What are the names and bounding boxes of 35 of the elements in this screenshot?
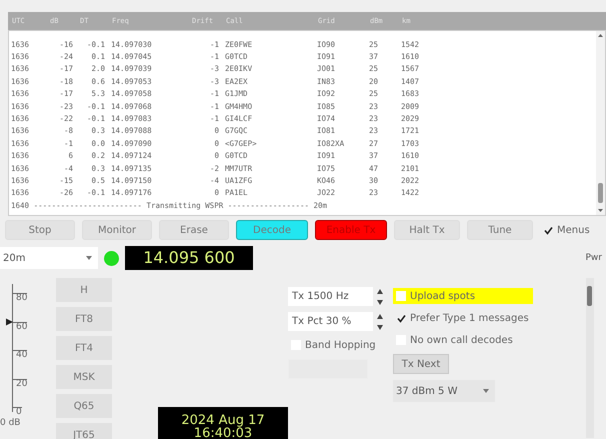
mode-button[interactable]: FT4 (56, 336, 112, 360)
check-icon (396, 314, 406, 322)
check-icon (544, 226, 552, 234)
power-dropdown[interactable]: 37 dBm 5 W (393, 380, 495, 402)
option-checkbox[interactable]: Upload spots (393, 288, 533, 304)
mode-button[interactable]: MSK (56, 365, 112, 389)
power-slider[interactable] (586, 278, 594, 438)
slider-thumb[interactable] (587, 286, 592, 306)
band-dropdown[interactable]: 20m (0, 247, 98, 269)
scrollbar[interactable] (596, 31, 605, 215)
toolbar-button[interactable]: Halt Tx (394, 220, 460, 240)
pwr-label: Pwr (586, 253, 602, 263)
toolbar-button[interactable]: Tune (467, 220, 533, 240)
tx-next-button[interactable]: Tx Next (393, 354, 449, 374)
band-hopping-checkbox[interactable]: Band Hopping (288, 337, 393, 353)
meter-reading: 0 dB (0, 418, 22, 428)
toolbar-button[interactable]: Monitor (82, 220, 152, 240)
mode-button[interactable]: Q65 (56, 394, 112, 418)
option-checkbox[interactable]: Prefer Type 1 messages (393, 310, 583, 326)
menus-checkbox[interactable]: Menus (540, 222, 590, 238)
status-dot-icon (104, 250, 119, 266)
date-time-display: 2024 Aug 17 16:40:03 (158, 407, 288, 439)
option-checkbox[interactable]: No own call decodes (393, 332, 583, 348)
mode-button[interactable]: FT8 (56, 307, 112, 331)
caret-icon (86, 256, 92, 260)
spin-arrows-icon[interactable] (377, 288, 383, 306)
spin-arrows-icon[interactable] (377, 312, 383, 330)
toolbar-button[interactable]: Stop (5, 220, 75, 240)
tx-frequency-spinbox[interactable]: Tx 1500 Hz (288, 287, 373, 306)
frequency-display: 14.095 600 (125, 246, 253, 270)
caret-icon (483, 389, 489, 393)
toolbar-button[interactable]: Erase (159, 220, 229, 240)
tx-percent-spinbox[interactable]: Tx Pct 30 % (288, 312, 373, 331)
mode-button[interactable]: H (56, 278, 112, 302)
toolbar-button[interactable]: Decode (236, 220, 308, 240)
